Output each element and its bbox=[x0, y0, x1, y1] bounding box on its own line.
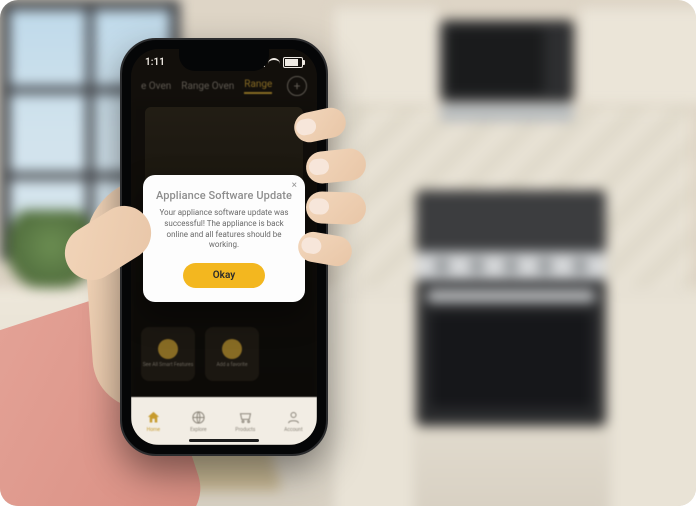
home-icon bbox=[145, 410, 161, 426]
modal-title: Appliance Software Update bbox=[155, 189, 293, 202]
software-update-modal: × Appliance Software Update Your applian… bbox=[143, 175, 305, 302]
nav-explore[interactable]: Explore bbox=[190, 410, 207, 433]
phone-frame: 1:11 e Oven Range Oven Range + bbox=[120, 38, 328, 456]
nav-home[interactable]: Home bbox=[145, 410, 161, 433]
nav-label: Products bbox=[235, 427, 255, 433]
close-icon[interactable]: × bbox=[292, 181, 297, 191]
upper-cabinet bbox=[332, 6, 440, 106]
lower-cabinet bbox=[332, 292, 416, 506]
nav-products[interactable]: Products bbox=[235, 410, 255, 433]
range-oven bbox=[416, 190, 606, 426]
notch bbox=[179, 49, 269, 71]
okay-button[interactable]: Okay bbox=[183, 263, 265, 288]
modal-body: Your appliance software update was succe… bbox=[155, 208, 293, 251]
bottom-nav: Home Explore Products Account bbox=[131, 397, 317, 445]
phone-screen: 1:11 e Oven Range Oven Range + bbox=[131, 49, 317, 445]
nav-label: Explore bbox=[190, 427, 207, 433]
user-icon bbox=[285, 410, 301, 426]
upper-cabinet bbox=[578, 6, 696, 106]
lower-cabinet bbox=[608, 292, 696, 506]
nav-label: Account bbox=[284, 427, 303, 433]
globe-icon bbox=[190, 410, 206, 426]
range-hood bbox=[440, 104, 574, 122]
nav-account[interactable]: Account bbox=[284, 410, 303, 433]
home-indicator[interactable] bbox=[189, 439, 259, 442]
wifi-icon bbox=[268, 58, 280, 67]
finger bbox=[305, 191, 366, 225]
scene: 1:11 e Oven Range Oven Range + bbox=[0, 0, 696, 506]
battery-icon bbox=[283, 57, 303, 68]
nav-label: Home bbox=[147, 427, 160, 433]
microwave bbox=[440, 20, 574, 102]
status-time: 1:11 bbox=[145, 57, 165, 68]
cart-icon bbox=[237, 410, 253, 426]
